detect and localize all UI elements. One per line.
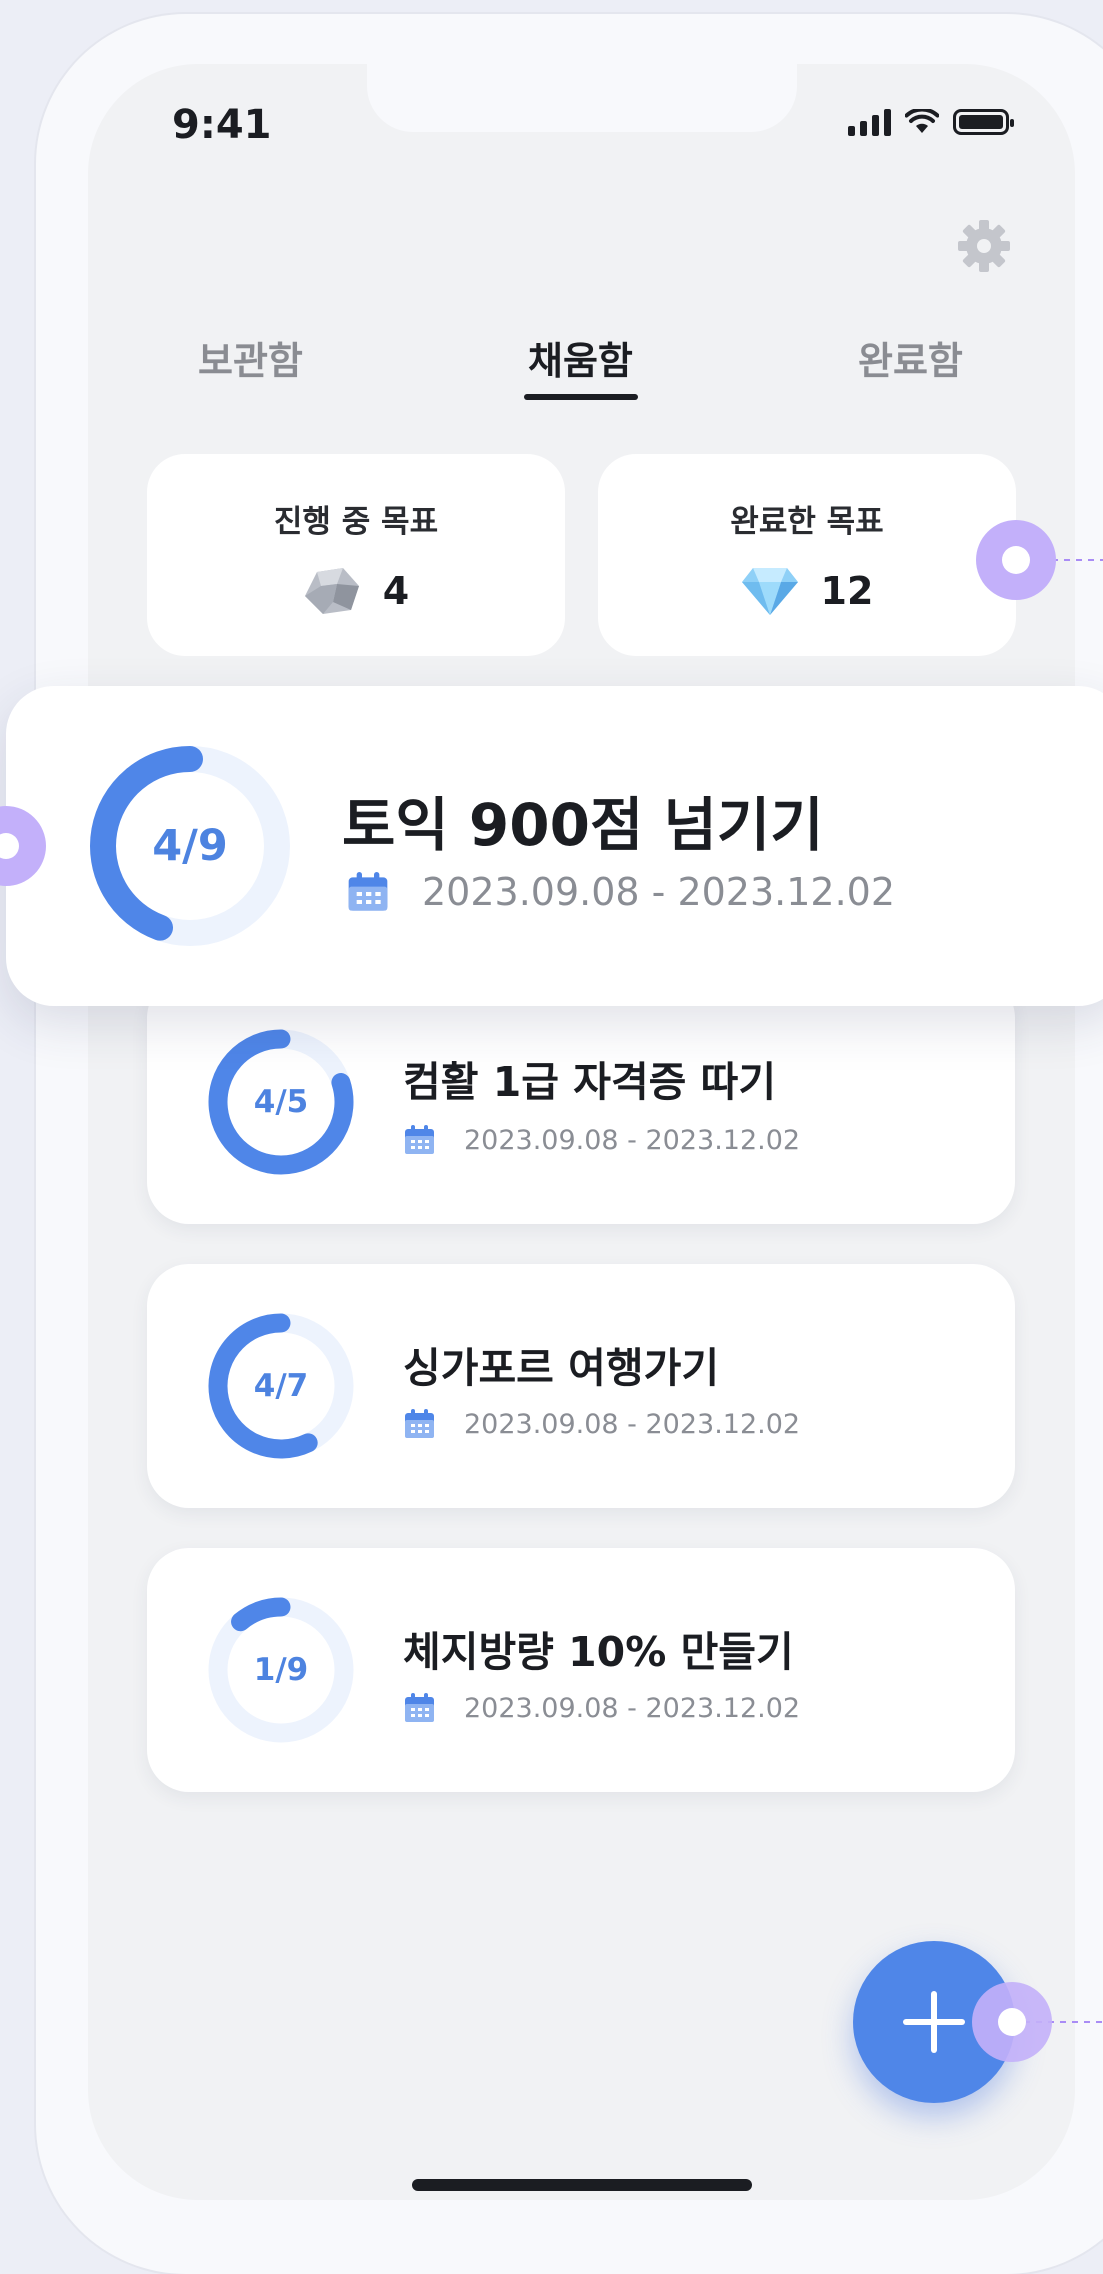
calendar-icon: [405, 1125, 434, 1154]
goal-card[interactable]: 1/9 체지방량 10% 만들기 2023.09.08 - 2023.12.02: [147, 1548, 1015, 1792]
stat-label: 완료한 목표: [730, 504, 884, 540]
signal-icon: [848, 108, 891, 136]
goal-date: 2023.09.08 - 2023.12.02: [464, 1692, 801, 1724]
tab-archive[interactable]: 보관함: [198, 330, 303, 385]
rock-gem-icon: [304, 568, 359, 614]
status-icons: [848, 108, 1014, 136]
goal-title: 토익 900점 넘기기: [342, 791, 824, 859]
goal-date-row: 2023.09.08 - 2023.12.02: [346, 870, 895, 914]
battery-icon: [953, 109, 1014, 135]
featured-goal-card[interactable]: 4/9 토익 900점 넘기기 2023.09.08 - 2023.12.02: [6, 686, 1103, 1006]
goal-date-row: 2023.09.08 - 2023.12.02: [403, 1692, 800, 1724]
progress-label: 1/9: [253, 1652, 309, 1688]
annotation-connector: [972, 1982, 1103, 2062]
stat-value: 12: [820, 569, 874, 613]
goal-card[interactable]: 4/5 컴활 1급 자격증 따기 2023.09.08 - 2023.12.02: [147, 976, 1015, 1224]
progress-label: 4/9: [152, 821, 228, 871]
calendar-icon: [405, 1409, 434, 1438]
wifi-icon: [905, 109, 939, 133]
tab-filling[interactable]: 채움함: [528, 330, 633, 385]
annotation-connector: [0, 806, 46, 886]
calendar-icon: [348, 872, 388, 911]
annotation-connector: [976, 520, 1103, 600]
goal-date-row: 2023.09.08 - 2023.12.02: [403, 1124, 800, 1156]
goal-date-row: 2023.09.08 - 2023.12.02: [403, 1408, 800, 1440]
tab-completed[interactable]: 완료함: [858, 330, 963, 385]
goal-title: 컴활 1급 자격증 따기: [403, 1058, 777, 1106]
diamond-icon: [741, 568, 798, 615]
goal-date: 2023.09.08 - 2023.12.02: [464, 1124, 801, 1156]
active-tab-indicator: [524, 394, 638, 400]
stat-label: 진행 중 목표: [273, 504, 439, 540]
stat-card-in-progress[interactable]: 진행 중 목표 4: [147, 454, 565, 656]
stat-card-completed[interactable]: 완료한 목표 12: [598, 454, 1016, 656]
home-indicator: [412, 2179, 752, 2191]
gear-icon[interactable]: [956, 218, 1012, 274]
progress-label: 4/7: [253, 1368, 309, 1404]
progress-label: 4/5: [253, 1084, 309, 1120]
calendar-icon: [405, 1693, 434, 1722]
goal-title: 싱가포르 여행가기: [403, 1344, 720, 1392]
status-time: 9:41: [172, 102, 272, 148]
stat-value: 4: [382, 569, 410, 613]
notch: [367, 40, 797, 132]
goal-date: 2023.09.08 - 2023.12.02: [422, 870, 896, 914]
goal-title: 체지방량 10% 만들기: [403, 1628, 794, 1676]
goal-date: 2023.09.08 - 2023.12.02: [464, 1408, 801, 1440]
goal-card[interactable]: 4/7 싱가포르 여행가기 2023.09.08 - 2023.12.02: [147, 1264, 1015, 1508]
